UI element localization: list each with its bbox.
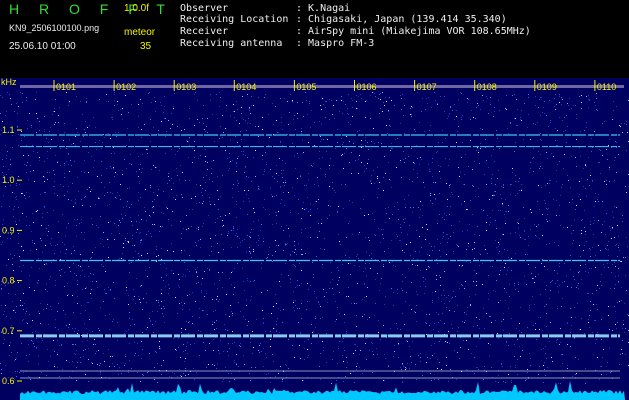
- location-value: : Chigasaki, Japan (139.414 35.340): [296, 14, 507, 25]
- frequency-tick-label: 0.9: [2, 225, 15, 235]
- meteor-label: meteor: [124, 27, 156, 38]
- spectrogram-background: [0, 78, 629, 400]
- time-label: 0104: [236, 82, 256, 92]
- time-label: 0101: [56, 82, 76, 92]
- version-label: 1.0.0f: [124, 3, 150, 14]
- antenna-value: : Maspro FM-3: [296, 38, 375, 49]
- spectrogram-panel: 0101 0102 0103 0104 0105 0106 0107 0108 0109 0110…: [0, 78, 629, 400]
- top-signal-band: [20, 85, 624, 88]
- observer-label: Observer: [180, 3, 229, 14]
- receiver-value: : AirSpy mini (Miakejima VOR 108.65MHz): [296, 26, 531, 37]
- frequency-tick-label: 1.0: [2, 175, 15, 185]
- meteor-count: 35: [140, 41, 152, 52]
- frequency-unit-label: kHz: [1, 78, 17, 87]
- datetime-label: 25.06.10 01:00: [9, 41, 76, 52]
- time-label: 0108: [477, 82, 497, 92]
- location-label: Receiving Location: [180, 14, 289, 25]
- frequency-tick-label: 0.7: [2, 326, 15, 336]
- time-label: 0103: [176, 82, 196, 92]
- time-label: 0110: [597, 82, 616, 92]
- antenna-label: Receiving antenna: [180, 38, 283, 49]
- observer-value: : K.Nagai: [296, 3, 351, 14]
- time-label: 0107: [417, 82, 437, 92]
- header-panel: H R O F F T 1.0.0f KN9_2506100100.png me…: [0, 0, 629, 78]
- frequency-tick-label: 1.1: [2, 125, 15, 135]
- receiver-label: Receiver: [180, 26, 229, 37]
- filename-label: KN9_2506100100.png: [9, 23, 100, 33]
- time-label: 0102: [116, 82, 136, 92]
- frequency-tick-label: 0.8: [2, 276, 15, 286]
- time-label: 0105: [296, 82, 316, 92]
- time-label: 0109: [537, 82, 557, 92]
- time-label: 0106: [357, 82, 377, 92]
- frequency-tick-label: 0.6: [2, 376, 15, 386]
